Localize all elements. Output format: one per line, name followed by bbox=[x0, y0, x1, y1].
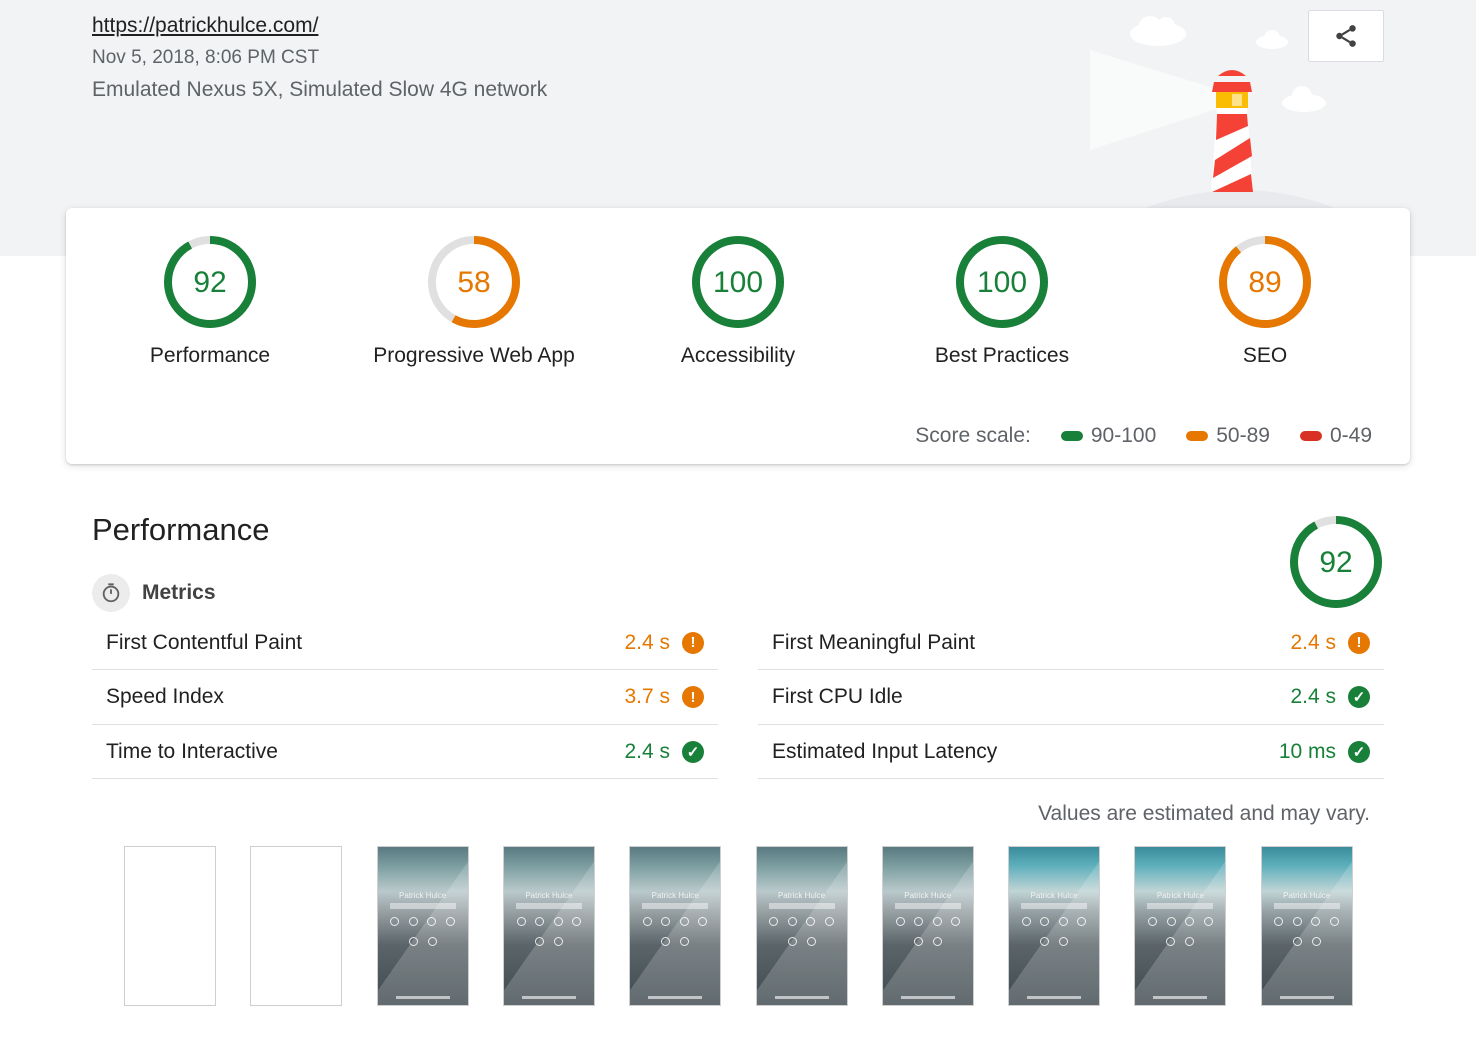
score-gauge-ring: 92 bbox=[1290, 516, 1382, 608]
metric-value: 3.7 s bbox=[624, 685, 670, 708]
metric-row: Time to Interactive 2.4 s ✓ bbox=[92, 725, 718, 779]
metric-value: 2.4 s bbox=[1290, 685, 1336, 708]
pass-range-swatch bbox=[1060, 431, 1083, 441]
check-icon: ✓ bbox=[682, 740, 704, 763]
gauge-accessibility[interactable]: 100 Accessibility bbox=[618, 234, 858, 368]
gauge-label: Performance bbox=[149, 344, 271, 367]
score-gauge-ring: 100 bbox=[692, 236, 784, 328]
share-button[interactable] bbox=[1308, 10, 1384, 62]
filmstrip-frame: Patrick Hulce bbox=[376, 846, 469, 1006]
average-range-label: 50-89 bbox=[1216, 424, 1270, 447]
frame-title: Patrick Hulce bbox=[525, 891, 573, 900]
frame-title: Patrick Hulce bbox=[1156, 891, 1204, 900]
gauge-label: Best Practices bbox=[934, 344, 1070, 367]
performance-section-title: Performance bbox=[92, 512, 270, 547]
frame-title: Patrick Hulce bbox=[1283, 891, 1331, 900]
score-scale-label: Score scale: bbox=[915, 424, 1031, 447]
environment-info: Emulated Nexus 5X, Simulated Slow 4G net… bbox=[92, 78, 548, 101]
gauge-pwa[interactable]: 58 Progressive Web App bbox=[354, 234, 594, 368]
metric-row: Speed Index 3.7 s ! bbox=[92, 670, 718, 725]
frame-title: Patrick Hulce bbox=[904, 891, 952, 900]
performance-score-value: 92 bbox=[1319, 546, 1352, 579]
score-gauge-ring: 100 bbox=[956, 236, 1048, 328]
filmstrip-frame: Patrick Hulce bbox=[502, 846, 595, 1006]
gauge-performance[interactable]: 92 Performance bbox=[90, 234, 330, 368]
filmstrip-frame: Patrick Hulce bbox=[755, 846, 848, 1006]
gauge-label: SEO bbox=[1242, 344, 1288, 367]
score-value: 100 bbox=[713, 266, 763, 299]
share-icon bbox=[1336, 25, 1356, 47]
metric-value: 10 ms bbox=[1278, 739, 1336, 763]
metric-value: 2.4 s bbox=[624, 739, 670, 763]
fail-range-label: 0-49 bbox=[1329, 424, 1372, 447]
metrics-label: Metrics bbox=[142, 581, 216, 604]
filmstrip-frame bbox=[250, 846, 343, 1006]
info-icon: ! bbox=[1348, 631, 1370, 654]
check-icon: ✓ bbox=[1348, 740, 1370, 763]
check-icon: ✓ bbox=[1348, 686, 1370, 708]
filmstrip-frame: Patrick Hulce bbox=[1260, 846, 1353, 1006]
score-scale-legend: Score scale: 90-100 50-89 0-49 bbox=[915, 424, 1372, 448]
info-icon: ! bbox=[682, 686, 704, 708]
frame-title: Patrick Hulce bbox=[399, 891, 447, 900]
score-value: 58 bbox=[457, 266, 490, 299]
gauge-label: Accessibility bbox=[680, 344, 796, 367]
pass-range-label: 90-100 bbox=[1090, 424, 1157, 447]
info-icon: ! bbox=[682, 631, 704, 654]
metric-row: First Contentful Paint 2.4 s ! bbox=[92, 616, 718, 670]
metrics-column-right: First Meaningful Paint 2.4 s ! First CPU… bbox=[758, 616, 1384, 779]
score-value: 100 bbox=[977, 266, 1027, 299]
page-url-link[interactable]: https://patrickhulce.com/ bbox=[92, 14, 318, 38]
metric-value: 2.4 s bbox=[1290, 630, 1336, 654]
average-range-swatch bbox=[1186, 431, 1209, 441]
frame-title: Patrick Hulce bbox=[1030, 891, 1078, 900]
score-gauge-ring: 58 bbox=[428, 236, 520, 328]
score-gauge-ring: 92 bbox=[164, 236, 256, 328]
frame-title: Patrick Hulce bbox=[777, 891, 826, 900]
metric-name: Speed Index bbox=[106, 685, 224, 708]
metric-name: First Contentful Paint bbox=[106, 630, 303, 654]
score-value: 89 bbox=[1248, 266, 1281, 299]
metric-name: First CPU Idle bbox=[772, 685, 903, 708]
timer-icon bbox=[92, 574, 130, 612]
frame-title: Patrick Hulce bbox=[651, 891, 699, 900]
screenshot-filmstrip: Patrick Hulce Patrick Hulce Patrick Hulce P… bbox=[124, 846, 1353, 1006]
filmstrip-frame: Patrick Hulce bbox=[1134, 846, 1227, 1006]
score-value: 92 bbox=[193, 266, 226, 299]
scores-summary-card: 92 Performance 58 Progressive Web App 10… bbox=[66, 208, 1410, 464]
metric-name: First Meaningful Paint bbox=[772, 630, 976, 654]
filmstrip-frame: Patrick Hulce bbox=[881, 846, 974, 1006]
report-datetime: Nov 5, 2018, 8:06 PM CST bbox=[92, 47, 320, 68]
metric-name: Estimated Input Latency bbox=[772, 739, 998, 763]
metric-row: Estimated Input Latency 10 ms ✓ bbox=[758, 725, 1384, 779]
gauge-seo[interactable]: 89 SEO bbox=[1145, 234, 1385, 368]
performance-big-gauge: 92 bbox=[1288, 514, 1384, 615]
estimate-note: Values are estimated and may vary. bbox=[1038, 802, 1370, 825]
gauge-label: Progressive Web App bbox=[373, 344, 575, 367]
gauge-best-practices[interactable]: 100 Best Practices bbox=[882, 234, 1122, 368]
metric-value: 2.4 s bbox=[624, 630, 670, 654]
filmstrip-frame: Patrick Hulce bbox=[1008, 846, 1101, 1006]
fail-range-swatch bbox=[1299, 431, 1322, 441]
filmstrip-frame bbox=[124, 846, 216, 1006]
metrics-header: Metrics bbox=[92, 574, 216, 612]
score-gauge-ring: 89 bbox=[1219, 236, 1311, 328]
metric-row: First CPU Idle 2.4 s ✓ bbox=[758, 670, 1384, 725]
metrics-column-left: First Contentful Paint 2.4 s ! Speed Ind… bbox=[92, 616, 718, 779]
metric-row: First Meaningful Paint 2.4 s ! bbox=[758, 616, 1384, 670]
filmstrip-frame: Patrick Hulce bbox=[629, 846, 722, 1006]
metric-name: Time to Interactive bbox=[106, 739, 278, 763]
